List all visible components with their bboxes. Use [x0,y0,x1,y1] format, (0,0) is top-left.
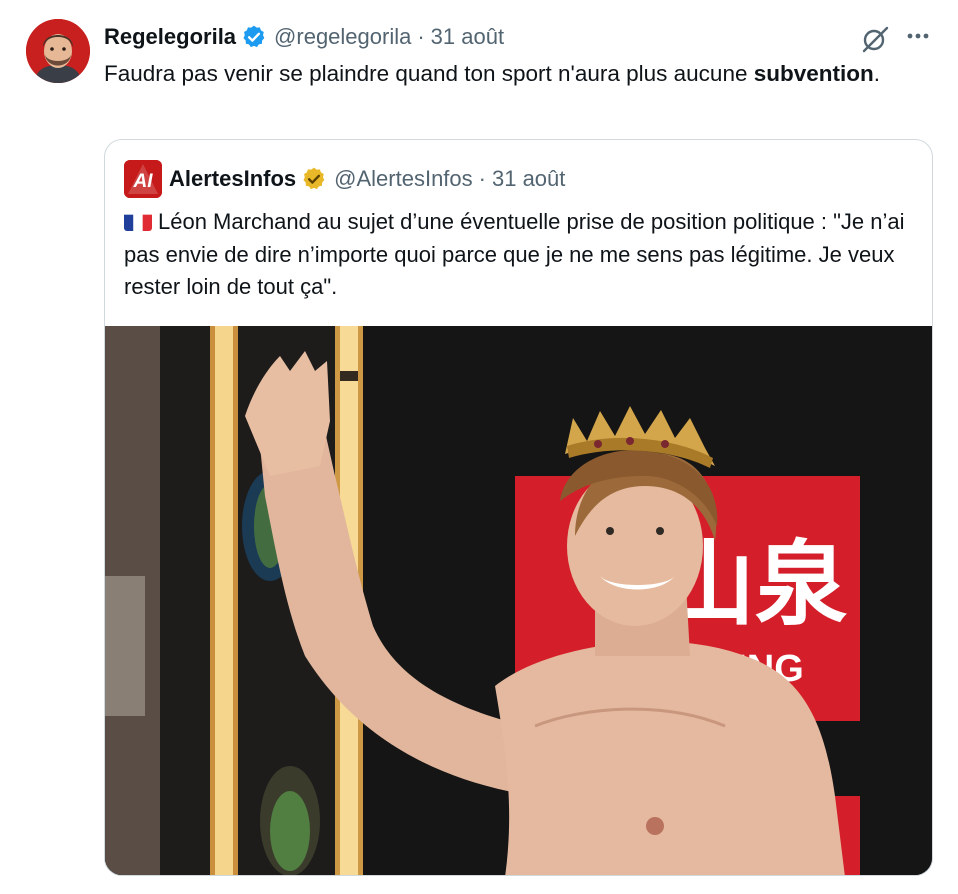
tweet-text: Faudra pas venir se plaindre quand ton s… [104,58,924,89]
quoted-tweet-card[interactable]: AI AlertesInfos @AlertesInfos · 31 août [104,139,933,876]
tweet[interactable]: Regelegorila @regelegorila · 31 août Fau… [0,0,958,894]
quoted-author-avatar[interactable]: AI [124,160,162,198]
author-avatar[interactable] [26,19,90,83]
verified-badge-icon [241,24,267,50]
tweet-text-main: Faudra pas venir se plaindre quand ton s… [104,61,754,86]
verified-gold-badge-icon [301,166,327,192]
author-display-name[interactable]: Regelegorila [104,24,236,50]
tweet-text-bold: subvention [753,61,874,86]
quoted-photo[interactable]: 山泉 ING [105,326,932,875]
quoted-separator-dot: · [478,166,486,191]
tweet-text-end: . [873,61,881,86]
quoted-logo-text: AI [133,171,154,192]
tweet-date[interactable]: 31 août [431,24,504,50]
separator-dot: · [417,24,425,49]
more-options-icon[interactable] [903,24,933,54]
quoted-handle[interactable]: @AlertesInfos [334,166,473,192]
quoted-display-name[interactable]: AlertesInfos [169,166,296,192]
quoted-date[interactable]: 31 août [492,166,565,192]
quoted-text-body: Léon Marchand au sujet d’une éventuelle … [124,209,905,299]
tweet-header: Regelegorila @regelegorila · 31 août [104,22,504,52]
grok-icon[interactable] [860,24,890,54]
quoted-header: AlertesInfos @AlertesInfos · 31 août [169,164,565,194]
flag-france-icon [124,211,152,231]
quoted-text: Léon Marchand au sujet d’une éventuelle … [124,206,924,304]
author-handle[interactable]: @regelegorila [274,24,411,50]
